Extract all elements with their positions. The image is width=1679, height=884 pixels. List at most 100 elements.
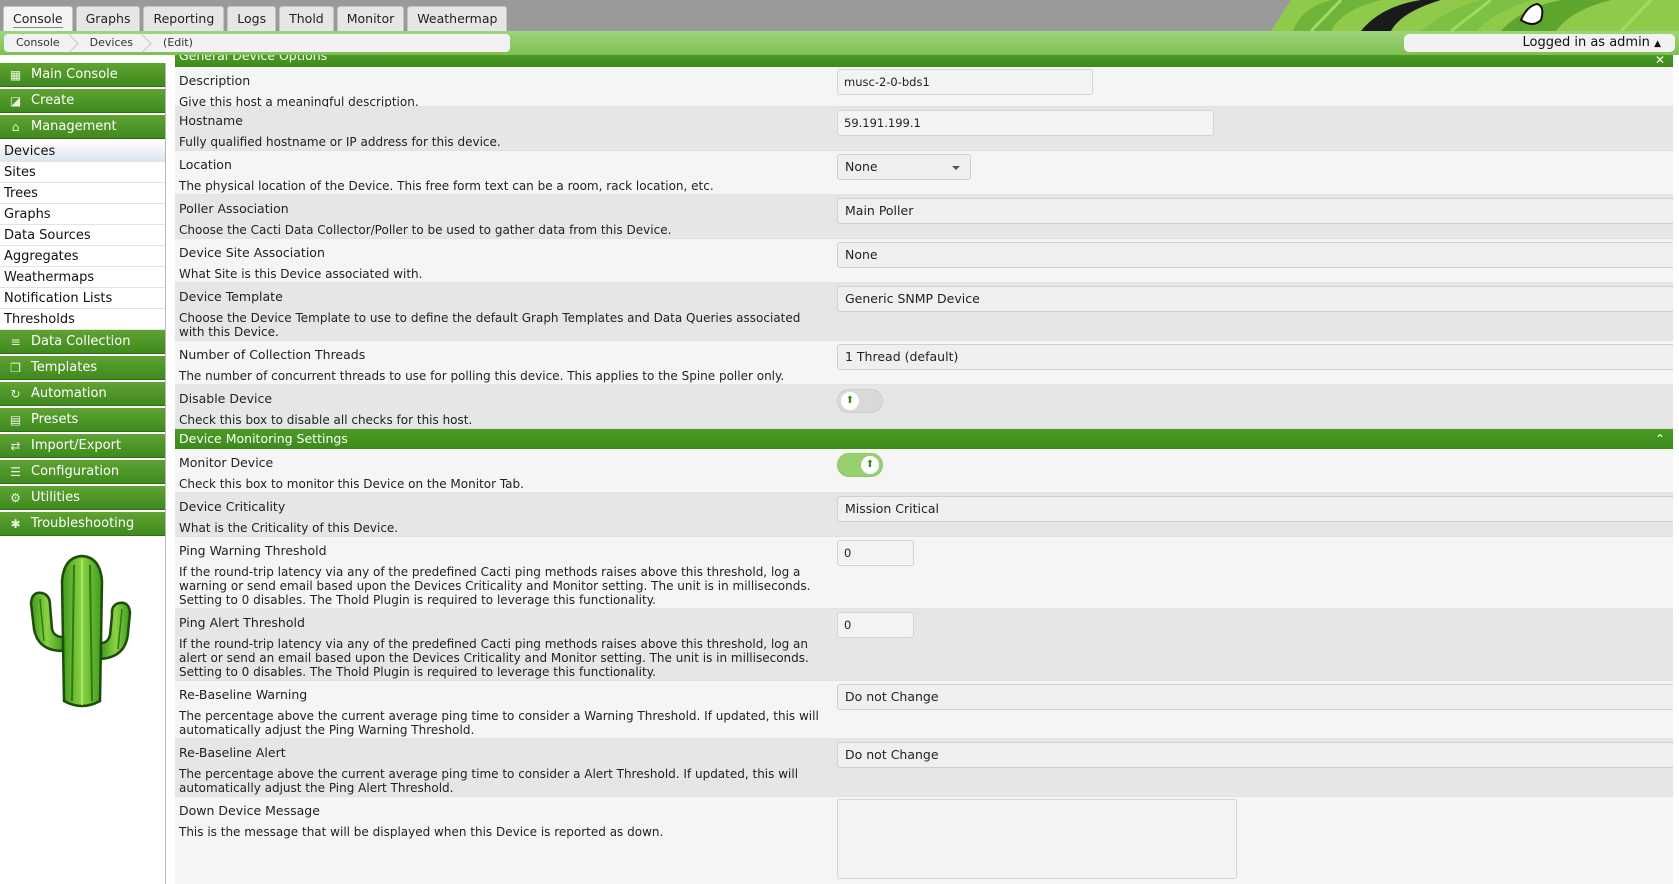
tab-thold[interactable]: Thold <box>279 6 334 31</box>
sidebar-item-notification-lists[interactable]: Notification Lists <box>0 288 165 309</box>
field-row-criticality: Device Criticality What is the Criticali… <box>175 493 1673 537</box>
field-help: Fully qualified hostname or IP address f… <box>179 135 501 149</box>
copy-icon: ❐ <box>10 360 21 375</box>
field-help: If the round-trip latency via any of the… <box>179 565 811 607</box>
breadcrumb: Console Devices (Edit) <box>4 34 510 52</box>
field-row-site: Device Site Association What Site is thi… <box>175 239 1673 283</box>
breadcrumb-console[interactable]: Console <box>4 34 78 52</box>
field-help: Choose the Cacti Data Collector/Poller t… <box>179 223 672 237</box>
menu-label: Import/Export <box>31 437 122 453</box>
rebaseline-alert-select[interactable]: Do not Change <box>837 742 1673 768</box>
section-title: General Device Options <box>179 55 328 63</box>
disable-device-toggle[interactable]: ⬆ <box>837 389 883 413</box>
toggle-knob-icon: ⬆ <box>861 456 879 474</box>
field-row-template: Device Template Choose the Device Templa… <box>175 283 1673 341</box>
ping-alert-input[interactable]: 0 <box>837 612 914 638</box>
menu-create[interactable]: ◪ Create <box>0 89 165 113</box>
database-icon: ≡ <box>10 334 21 349</box>
menu-label: Automation <box>31 385 107 401</box>
collapse-chevron-icon[interactable]: ⌃ <box>1655 429 1665 449</box>
monitor-device-toggle[interactable]: ⬆ <box>837 453 883 477</box>
chart-icon: ◪ <box>9 93 22 108</box>
refresh-icon: ↻ <box>10 386 21 401</box>
field-label: Ping Warning Threshold <box>179 543 327 558</box>
location-select[interactable]: None <box>837 154 971 180</box>
field-row-location: Location The physical location of the De… <box>175 151 1673 195</box>
menu-label: Main Console <box>31 66 118 82</box>
menu-presets[interactable]: ▤ Presets <box>0 408 165 432</box>
menu-troubleshooting[interactable]: ✱ Troubleshooting <box>0 512 165 536</box>
field-label: Ping Alert Threshold <box>179 615 305 630</box>
map-icon: ▦ <box>9 67 22 82</box>
tab-logs[interactable]: Logs <box>227 6 277 31</box>
section-title: Device Monitoring Settings <box>179 431 348 446</box>
site-select[interactable]: None <box>837 242 1673 268</box>
menu-templates[interactable]: ❐ Templates <box>0 356 165 380</box>
device-edit-form: General Device Options ✕ Description Giv… <box>175 55 1673 884</box>
menu-management[interactable]: ⌂ Management <box>0 115 165 139</box>
menu-label: Utilities <box>31 489 80 505</box>
field-help: The physical location of the Device. Thi… <box>179 179 714 193</box>
menu-import-export[interactable]: ⇄ Import/Export <box>0 434 165 458</box>
menu-main-console[interactable]: ▦ Main Console <box>0 63 165 87</box>
sidebar-item-trees[interactable]: Trees <box>0 183 165 204</box>
sidebar-item-data-sources[interactable]: Data Sources <box>0 225 165 246</box>
user-menu[interactable]: Logged in as admin ▲ <box>1404 34 1675 52</box>
field-label: Down Device Message <box>179 803 320 818</box>
cactus-banner-logo <box>1271 0 1679 31</box>
rebaseline-warning-select[interactable]: Do not Change <box>837 684 1673 710</box>
field-row-ping-warning: Ping Warning Threshold If the round-trip… <box>175 537 1673 609</box>
sidebar-item-sites[interactable]: Sites <box>0 162 165 183</box>
tab-graphs[interactable]: Graphs <box>75 6 141 31</box>
field-label: Description <box>179 73 251 88</box>
menu-label: Troubleshooting <box>31 515 135 531</box>
sidebar-item-weathermaps[interactable]: Weathermaps <box>0 267 165 288</box>
tab-console[interactable]: Console <box>3 6 73 31</box>
field-help: The number of concurrent threads to use … <box>179 369 785 383</box>
menu-label: Data Collection <box>31 333 131 349</box>
field-row-down-message: Down Device Message This is the message … <box>175 797 1673 884</box>
toggle-knob-icon: ⬆ <box>841 392 859 410</box>
menu-configuration[interactable]: ☰ Configuration <box>0 460 165 484</box>
sidebar-item-graphs[interactable]: Graphs <box>0 204 165 225</box>
section-header-general[interactable]: General Device Options ✕ <box>175 55 1673 67</box>
field-help: What Site is this Device associated with… <box>179 267 423 281</box>
tab-reporting[interactable]: Reporting <box>143 6 225 31</box>
sidebar-item-aggregates[interactable]: Aggregates <box>0 246 165 267</box>
field-row-disable: Disable Device Check this box to disable… <box>175 385 1673 429</box>
field-help: The percentage above the current average… <box>179 767 799 795</box>
main-tabs: Console Graphs Reporting Logs Thold Moni… <box>3 6 508 31</box>
template-select[interactable]: Generic SNMP Device <box>837 286 1673 312</box>
sidebar-item-thresholds[interactable]: Thresholds <box>0 309 165 330</box>
field-label: Disable Device <box>179 391 273 406</box>
field-row-poller: Poller Association Choose the Cacti Data… <box>175 195 1673 239</box>
breadcrumb-devices[interactable]: Devices <box>78 34 151 52</box>
menu-automation[interactable]: ↻ Automation <box>0 382 165 406</box>
management-submenu: Devices Sites Trees Graphs Data Sources … <box>0 141 165 330</box>
hostname-input[interactable]: 59.191.199.1 <box>837 110 1214 136</box>
field-help: If the round-trip latency via any of the… <box>179 637 809 679</box>
field-label: Re-Baseline Warning <box>179 687 308 702</box>
menu-data-collection[interactable]: ≡ Data Collection <box>0 330 165 354</box>
cogs-icon: ⚙ <box>10 490 21 505</box>
sidebar-item-devices[interactable]: Devices <box>0 141 165 162</box>
menu-label: Configuration <box>31 463 120 479</box>
field-label: Re-Baseline Alert <box>179 745 286 760</box>
threads-select[interactable]: 1 Thread (default) <box>837 344 1673 370</box>
sliders-icon: ☰ <box>10 464 21 479</box>
tab-weathermap[interactable]: Weathermap <box>407 6 508 31</box>
cactus-logo <box>26 551 136 716</box>
description-input[interactable]: musc-2-0-bds1 <box>837 69 1093 95</box>
ping-warning-input[interactable]: 0 <box>837 540 914 566</box>
menu-label: Management <box>31 118 117 134</box>
section-header-monitoring[interactable]: Device Monitoring Settings ⌃ <box>175 429 1673 449</box>
field-row-threads: Number of Collection Threads The number … <box>175 341 1673 385</box>
poller-select[interactable]: Main Poller <box>837 198 1673 224</box>
down-message-textarea[interactable] <box>837 799 1237 879</box>
tab-monitor[interactable]: Monitor <box>336 6 405 31</box>
sidebar: ▦ Main Console ◪ Create ⌂ Management Device… <box>0 63 166 884</box>
menu-utilities[interactable]: ⚙ Utilities <box>0 486 165 510</box>
criticality-select[interactable]: Mission Critical <box>837 496 1673 522</box>
field-help: Check this box to monitor this Device on… <box>179 477 524 491</box>
field-label: Device Criticality <box>179 499 286 514</box>
